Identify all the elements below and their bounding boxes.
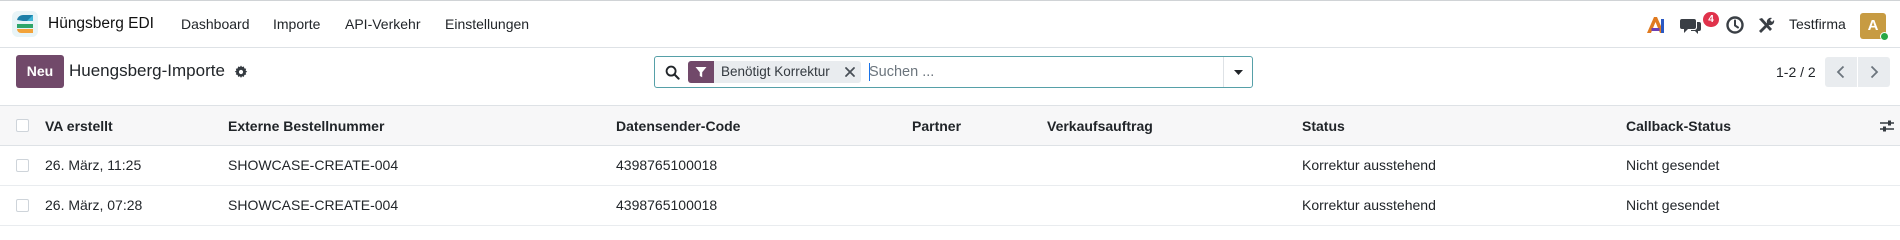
chevron-right-icon <box>1870 65 1879 79</box>
top-navbar: Hüngsberg EDI Dashboard Importe API-Verk… <box>0 0 1900 48</box>
cell-va-erstellt: 26. März, 11:25 <box>45 157 142 173</box>
filter-icon <box>688 61 714 83</box>
pager-value[interactable]: 1-2 / 2 <box>1776 64 1816 80</box>
caret-down-icon <box>1234 70 1243 75</box>
close-icon[interactable] <box>843 65 857 79</box>
search-icon <box>665 65 680 80</box>
column-header-datensender-code[interactable]: Datensender-Code <box>616 118 740 134</box>
cell-status: Korrektur ausstehend <box>1302 157 1436 173</box>
filter-facet: Benötigt Korrektur <box>688 61 861 83</box>
cell-callback-status: Nicht gesendet <box>1626 197 1720 213</box>
table-header: VA erstellt Externe Bestellnummer Datens… <box>0 105 1900 146</box>
cell-va-erstellt: 26. März, 07:28 <box>45 197 143 213</box>
app-name[interactable]: Hüngsberg EDI <box>48 15 154 33</box>
company-switcher[interactable]: Testfirma <box>1789 16 1846 32</box>
table-row[interactable]: 26. März, 11:25 SHOWCASE-CREATE-004 4398… <box>0 146 1900 186</box>
text-caret <box>869 63 870 81</box>
gear-icon[interactable] <box>234 65 248 79</box>
row-checkbox[interactable] <box>16 199 29 212</box>
table-row[interactable]: 26. März, 07:28 SHOWCASE-CREATE-004 4398… <box>0 186 1900 226</box>
tools-icon[interactable] <box>1756 14 1776 36</box>
cell-callback-status: Nicht gesendet <box>1626 157 1720 173</box>
app-logo-icon[interactable] <box>12 11 38 37</box>
online-status-dot <box>1880 32 1889 41</box>
cell-status: Korrektur ausstehend <box>1302 197 1436 213</box>
page-title: Huengsberg-Importe <box>69 61 225 80</box>
cell-datensender-code: 4398765100018 <box>616 197 718 213</box>
cell-datensender-code: 4398765100018 <box>616 157 718 173</box>
chat-icon[interactable] <box>1680 14 1702 36</box>
row-checkbox[interactable] <box>16 159 29 172</box>
search-input[interactable] <box>869 61 1209 83</box>
cell-externe-bestellnummer: SHOWCASE-CREATE-004 <box>228 197 399 213</box>
optional-columns-icon[interactable] <box>1879 118 1895 134</box>
select-all-checkbox[interactable] <box>16 119 29 132</box>
column-header-externe-bestellnummer[interactable]: Externe Bestellnummer <box>228 118 384 134</box>
ai-icon[interactable] <box>1646 14 1666 36</box>
messages-count-badge: 4 <box>1703 12 1719 27</box>
chevron-left-icon <box>1836 65 1845 79</box>
menu-item-api-verkehr[interactable]: API-Verkehr <box>345 16 420 32</box>
search-bar[interactable]: Benötigt Korrektur <box>654 56 1253 88</box>
column-header-verkaufsauftrag[interactable]: Verkaufsauftrag <box>1047 118 1153 134</box>
pager-next-button[interactable] <box>1858 57 1890 87</box>
clock-icon[interactable] <box>1725 14 1745 36</box>
menu-item-importe[interactable]: Importe <box>273 16 320 32</box>
column-header-status[interactable]: Status <box>1302 118 1345 134</box>
filter-facet-label: Benötigt Korrektur <box>721 64 830 79</box>
menu-item-einstellungen[interactable]: Einstellungen <box>445 16 529 32</box>
menu-item-dashboard[interactable]: Dashboard <box>181 16 250 32</box>
cell-externe-bestellnummer: SHOWCASE-CREATE-004 <box>228 157 399 173</box>
pager-previous-button[interactable] <box>1825 57 1857 87</box>
search-options-toggle[interactable] <box>1224 57 1253 87</box>
new-button[interactable]: Neu <box>16 55 64 88</box>
column-header-va-erstellt[interactable]: VA erstellt <box>45 118 113 134</box>
column-header-partner[interactable]: Partner <box>912 118 961 134</box>
column-header-callback-status[interactable]: Callback-Status <box>1626 118 1731 134</box>
